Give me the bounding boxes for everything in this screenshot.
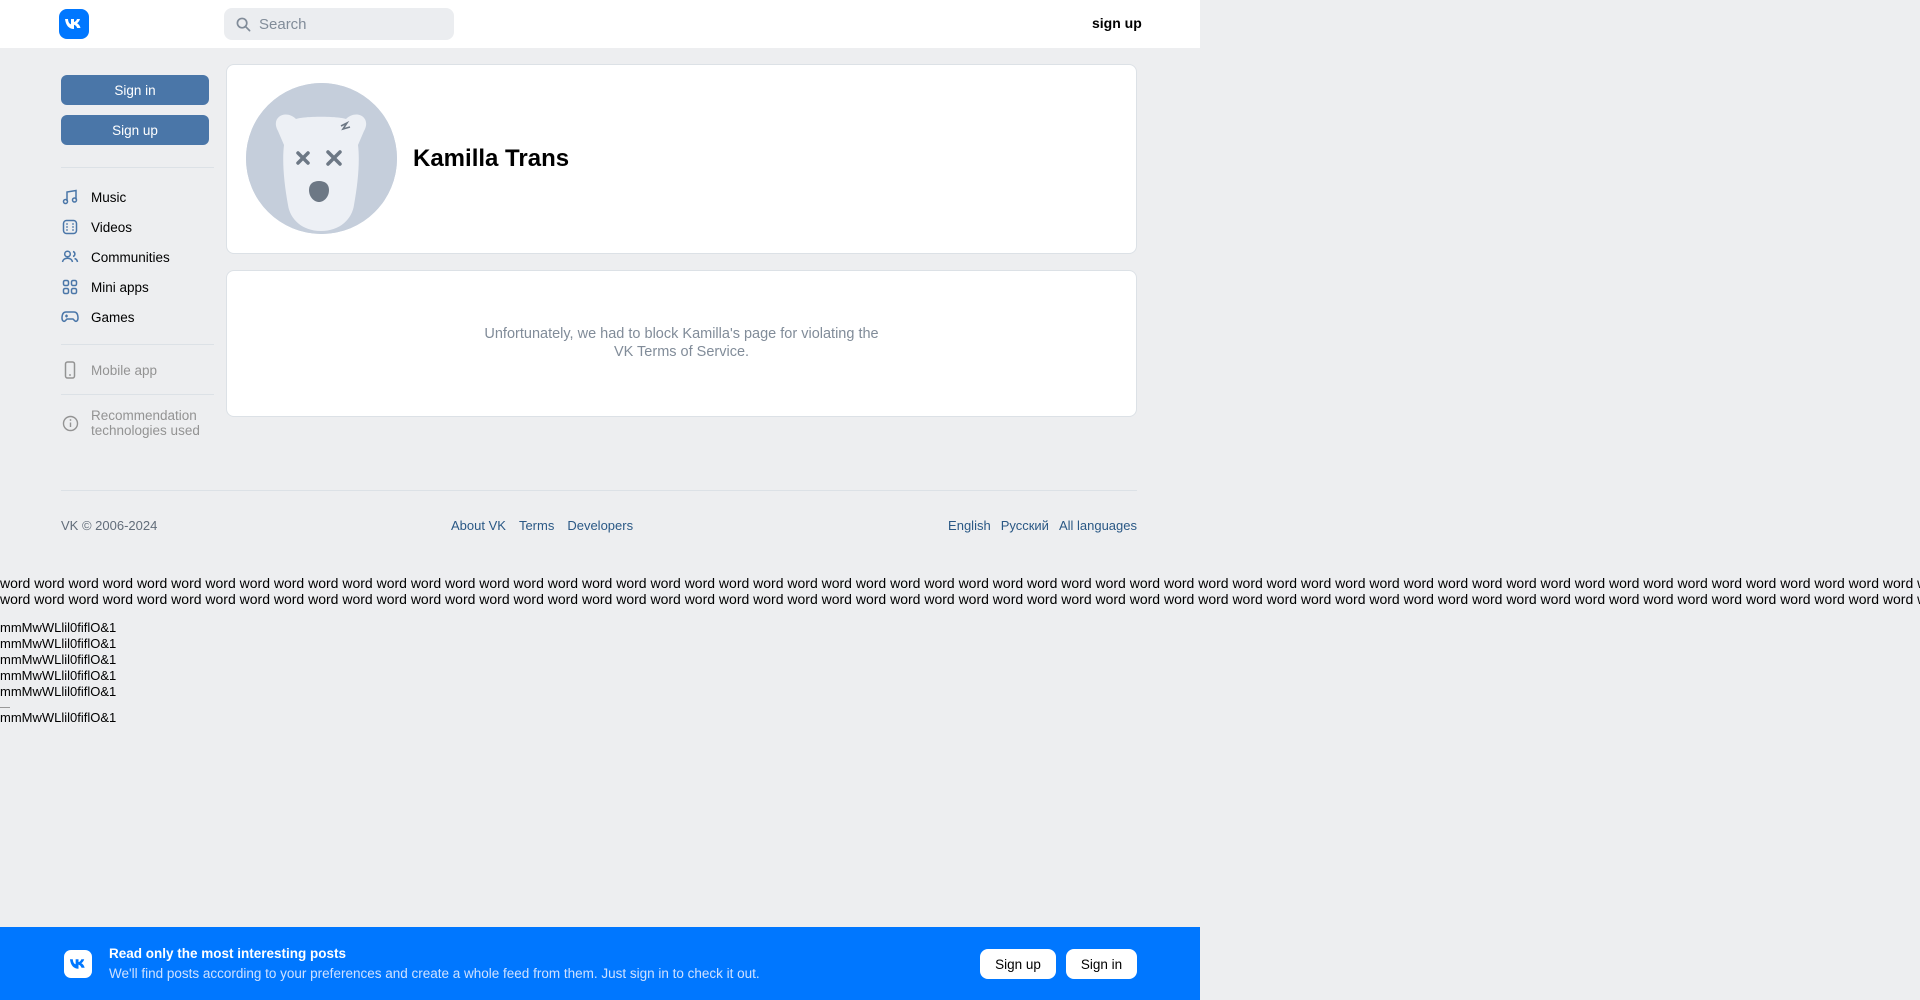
vk-logo-icon (65, 19, 81, 29)
vk-logo (64, 950, 92, 978)
footer-links: About VK Terms Developers (451, 518, 633, 533)
blocked-message-line-2: VK Terms of Service. (613, 344, 750, 360)
users-icon (61, 248, 79, 266)
sidebar-item-label: Communities (91, 249, 170, 265)
sidebar-item-videos[interactable]: Videos (61, 215, 132, 239)
sidebar-item-mobile-app[interactable]: Mobile app (61, 358, 157, 382)
search-input[interactable] (259, 15, 449, 33)
sidebar-item-label: Recommendation technologies used (91, 408, 200, 438)
footer-link-developers[interactable]: Developers (567, 518, 633, 533)
top-bar: sign up (0, 0, 1200, 48)
filler-text: word word word word word word word word … (0, 575, 1920, 607)
avatar (246, 83, 397, 234)
blocked-bear-icon (246, 83, 397, 234)
sidebar-item-recommendations[interactable]: Recommendation technologies used (61, 408, 200, 442)
sidebar-item-label: Mini apps (91, 279, 149, 295)
grid-icon (61, 278, 79, 296)
profile-card: Kamilla Trans (226, 64, 1137, 254)
sidebar-item-label: Mobile app (91, 362, 158, 378)
blocked-notice-card: Unfortunately, we had to block Kamilla's… (226, 270, 1137, 417)
sidebar-item-label: Music (91, 189, 127, 205)
banner-subtitle: We'll find posts according to your prefe… (109, 966, 760, 981)
search-icon (236, 17, 251, 31)
vk-logo-icon (69, 959, 85, 969)
language-english[interactable]: English (948, 518, 991, 533)
header-signup-link[interactable]: sign up (1092, 15, 1142, 31)
divider (0, 707, 10, 708)
language-all[interactable]: All languages (1059, 518, 1137, 533)
sidebar-item-mini-apps[interactable]: Mini apps (61, 275, 149, 299)
gamepad-icon (61, 308, 79, 326)
font-test-lines: mmMwWLlil0fiflO&1 mmMwWLlil0fiflO&1 mmMw… (0, 620, 116, 726)
filler-line: word word word word word word word word … (0, 591, 1920, 607)
font-test-line: mmMwWLlil0fiflO&1 (0, 636, 117, 651)
phone-icon (61, 361, 79, 379)
font-test-line: mmMwWLlil0fiflO&1 (0, 710, 117, 725)
footer-link-about[interactable]: About VK (451, 518, 506, 533)
sidebar-item-games[interactable]: Games (61, 305, 135, 329)
recommendation-line-2: technologies used (91, 423, 200, 438)
font-test-line: mmMwWLlil0fiflO&1 (0, 668, 117, 683)
font-test-line: mmMwWLlil0fiflO&1 (0, 652, 117, 667)
banner-title: Read only the most interesting posts (109, 946, 347, 961)
sidebar-signin-button[interactable]: Sign in (61, 75, 209, 105)
search-box[interactable] (224, 8, 454, 40)
sidebar-item-label: Videos (91, 219, 133, 235)
banner-signup-button[interactable]: Sign up (980, 949, 1056, 979)
sidebar-signup-button[interactable]: Sign up (61, 115, 209, 145)
sidebar-item-music[interactable]: Music (61, 185, 126, 209)
sidebar-divider (61, 394, 214, 395)
blocked-message: Unfortunately, we had to block Kamilla's… (227, 325, 1136, 361)
signin-promo-banner: Read only the most interesting posts We'… (0, 927, 1200, 1000)
video-icon (61, 218, 79, 236)
footer-languages: English Русский All languages (948, 518, 1137, 533)
language-russian[interactable]: Русский (1001, 518, 1049, 533)
footer-divider (61, 490, 1137, 491)
sidebar-divider (61, 167, 214, 168)
sidebar-item-communities[interactable]: Communities (61, 245, 170, 269)
vk-logo[interactable] (59, 9, 89, 39)
font-test-line: mmMwWLlil0fiflO&1 (0, 620, 117, 635)
filler-line: word word word word word word word word … (0, 575, 1920, 591)
sidebar-divider (61, 344, 214, 345)
recommendation-line-1: Recommendation (91, 408, 197, 423)
banner-signin-button[interactable]: Sign in (1066, 949, 1137, 979)
profile-name: Kamilla Trans (413, 145, 570, 172)
music-note-icon (61, 188, 79, 206)
blocked-message-line-1: Unfortunately, we had to block Kamilla's… (484, 326, 879, 342)
info-icon (61, 414, 79, 432)
footer-copyright: VK © 2006-2024 (61, 518, 158, 533)
font-test-line: mmMwWLlil0fiflO&1 (0, 684, 117, 699)
sidebar-item-label: Games (91, 309, 135, 325)
footer-link-terms[interactable]: Terms (519, 518, 554, 533)
